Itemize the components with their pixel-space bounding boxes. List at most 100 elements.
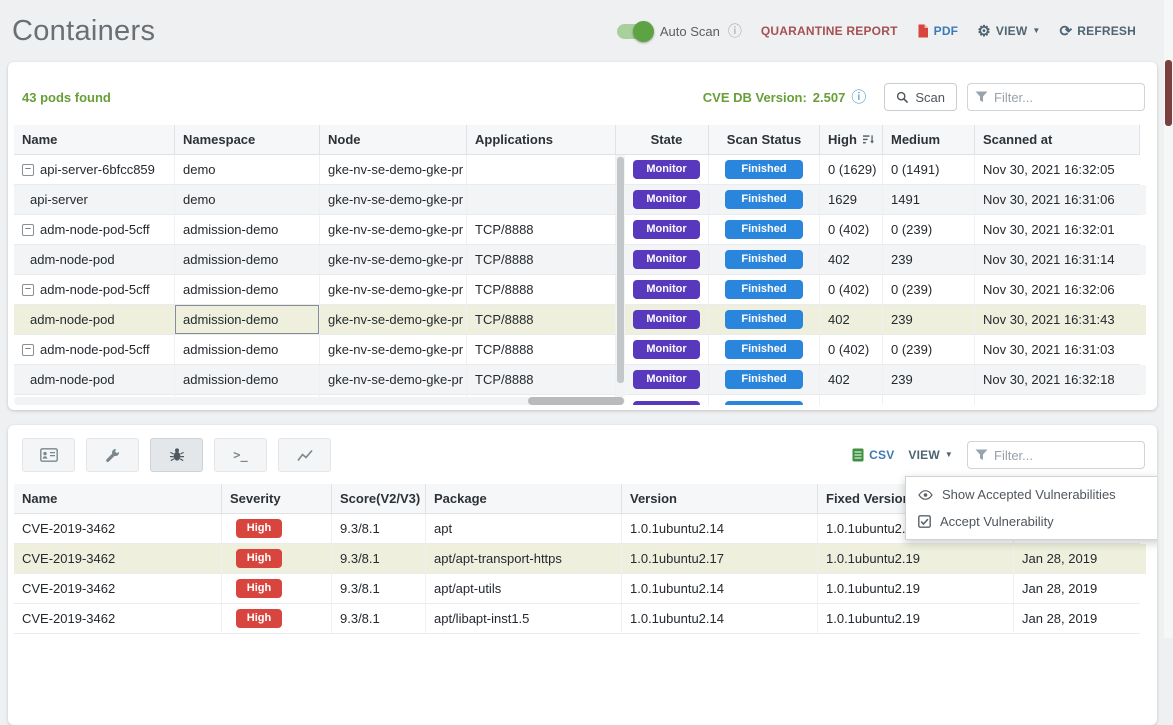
pdf-export-button[interactable]: PDF [917, 24, 959, 38]
state-badge: Monitor [633, 160, 700, 179]
caret-down-icon: ▼ [945, 451, 953, 459]
menu-item-accept-vulnerability[interactable]: Accept Vulnerability [906, 508, 1157, 535]
scan-status-badge: Finished [725, 220, 803, 239]
pod-node-cell: gke-nv-se-demo-gke-pr [320, 275, 467, 305]
details-toolbar: >_ CSV VIEW ▼ [22, 437, 1145, 473]
pod-high-cell: 0 (402) [820, 215, 883, 245]
table-row[interactable]: adm-node-pod admission-demo gke-nv-se-de… [14, 365, 1146, 395]
collapse-expander-icon[interactable]: − [22, 224, 34, 236]
pod-scan-status-cell: Finished [709, 245, 820, 275]
pod-name: adm-node-pod [30, 312, 115, 327]
column-header-node[interactable]: Node [320, 125, 467, 155]
pod-namespace-cell: admission-demo [175, 365, 320, 395]
pod-applications-cell: TCP/8888 [467, 335, 616, 365]
pod-applications-cell: TCP/8888 [467, 215, 616, 245]
collapse-expander-icon[interactable]: − [22, 284, 34, 296]
severity-cell: High [222, 574, 332, 604]
table-row[interactable]: CVE-2019-3462 High 9.3/8.1 apt/apt-trans… [14, 544, 1146, 574]
column-header-state[interactable]: State [625, 125, 709, 155]
column-header-cve-name[interactable]: Name [14, 484, 222, 514]
page-title: Containers [12, 15, 155, 48]
tab-terminal[interactable]: >_ [214, 438, 267, 472]
table-row[interactable]: adm-node-pod admission-demo gke-nv-se-de… [14, 305, 1146, 335]
cve-name-cell: CVE-2019-3462 [14, 574, 222, 604]
cve-db-info-icon[interactable]: ⓘ [851, 90, 866, 105]
pod-scan-status-cell: Finished [709, 305, 820, 335]
state-badge: Monitor [633, 280, 700, 299]
scan-button[interactable]: Scan [884, 83, 957, 111]
table-row[interactable]: api-server demo gke-nv-se-demo-gke-pr Mo… [14, 185, 1146, 215]
view-label: VIEW [908, 448, 939, 462]
column-header-namespace[interactable]: Namespace [175, 125, 320, 155]
cve-db-version-label: CVE DB Version: [703, 90, 807, 105]
pod-medium-cell: 0 (1491) [883, 155, 975, 185]
column-header-scan-status[interactable]: Scan Status [709, 125, 820, 155]
table-row[interactable]: − adm-node-pod-5cff admission-demo gke-n… [14, 335, 1146, 365]
pods-found-count: 43 pods found [22, 90, 111, 105]
collapse-expander-icon[interactable]: − [22, 344, 34, 356]
pod-scan-status-cell: Finished [709, 275, 820, 305]
vuln-filter-input[interactable] [967, 441, 1145, 469]
view-menu-button-top[interactable]: ⚙ VIEW ▼ [977, 24, 1040, 39]
pod-applications-cell [467, 185, 616, 215]
state-badge: Monitor [633, 401, 700, 406]
column-header-name[interactable]: Name [14, 125, 175, 155]
pod-medium-cell: 239 [883, 245, 975, 275]
column-header-severity[interactable]: Severity [222, 484, 332, 514]
published-cell: Jan 28, 2019 [1014, 574, 1140, 604]
pod-state-cell: Monitor [625, 365, 709, 395]
csv-export-button[interactable]: CSV [852, 448, 894, 462]
refresh-button[interactable]: ⟳ REFRESH [1059, 24, 1136, 39]
pods-vertical-scrollbar [616, 155, 625, 397]
column-header-medium[interactable]: Medium [883, 125, 975, 155]
pod-applications-cell [467, 155, 616, 185]
column-header-scanned-at[interactable]: Scanned at [975, 125, 1140, 155]
package-cell: apt [426, 514, 622, 544]
tab-process-info[interactable] [22, 438, 75, 472]
fixed-version-cell: 1.0.1ubuntu2.19 [818, 604, 1014, 634]
pod-scanned-at-cell: Nov 30, 2021 16:32:06 [975, 275, 1140, 305]
high-header-label: High [828, 132, 857, 147]
package-cell: apt/libapt-inst1.5 [426, 604, 622, 634]
magnifier-icon [896, 91, 909, 104]
pod-high-cell: 0 (1629) [820, 155, 883, 185]
table-row[interactable]: CVE-2019-3462 High 9.3/8.1 apt/libapt-in… [14, 604, 1146, 634]
toggle-knob [633, 21, 654, 42]
column-header-applications[interactable]: Applications [467, 125, 616, 155]
info-icon[interactable]: ⓘ [728, 24, 742, 38]
gear-icon: ⚙ [977, 24, 991, 39]
severity-badge: High [236, 579, 282, 598]
column-header-package[interactable]: Package [426, 484, 622, 514]
table-row[interactable]: − api-server-6bfcc859 demo gke-nv-se-dem… [14, 155, 1146, 185]
pods-horizontal-scrollbar-thumb[interactable] [528, 397, 624, 405]
scan-status-badge: Finished [725, 280, 803, 299]
column-header-high[interactable]: High [820, 125, 883, 155]
pod-high-cell: 402 [820, 365, 883, 395]
pod-high-cell: 1629 [820, 185, 883, 215]
table-row[interactable]: CVE-2019-3462 High 9.3/8.1 apt/apt-utils… [14, 574, 1146, 604]
tab-process-rules[interactable] [86, 438, 139, 472]
quarantine-report-button[interactable]: QUARANTINE REPORT [761, 24, 898, 38]
pods-horizontal-scrollbar [14, 397, 625, 405]
column-header-score[interactable]: Score(V2/V3) [332, 484, 426, 514]
eye-icon [918, 490, 933, 500]
tab-stats-chart[interactable] [278, 438, 331, 472]
tab-vulnerabilities[interactable] [150, 438, 203, 472]
pods-filter-input[interactable] [967, 83, 1145, 111]
containers-panel: 43 pods found CVE DB Version: 2.507 ⓘ Sc… [8, 62, 1157, 410]
pod-name-cell: adm-node-pod [14, 365, 175, 395]
package-cell: apt/apt-transport-https [426, 544, 622, 574]
pods-vertical-scrollbar-thumb[interactable] [617, 157, 624, 383]
collapse-expander-icon[interactable]: − [22, 164, 34, 176]
table-row[interactable]: − adm-node-pod-5cff admission-demo gke-n… [14, 215, 1146, 245]
auto-scan-toggle[interactable] [617, 24, 652, 39]
table-row[interactable]: adm-node-pod admission-demo gke-nv-se-de… [14, 245, 1146, 275]
view-menu-button-details[interactable]: VIEW ▼ [908, 448, 953, 462]
table-row[interactable]: − adm-node-pod-5cff admission-demo gke-n… [14, 275, 1146, 305]
page-scrollbar-thumb[interactable] [1165, 60, 1172, 126]
column-header-version[interactable]: Version [622, 484, 818, 514]
menu-item-show-accepted[interactable]: Show Accepted Vulnerabilities [906, 481, 1157, 508]
scan-status-badge: Finished [725, 340, 803, 359]
scan-status-badge: Finished [725, 401, 803, 406]
view-dropdown-menu: Show Accepted Vulnerabilities Accept Vul… [905, 476, 1157, 540]
